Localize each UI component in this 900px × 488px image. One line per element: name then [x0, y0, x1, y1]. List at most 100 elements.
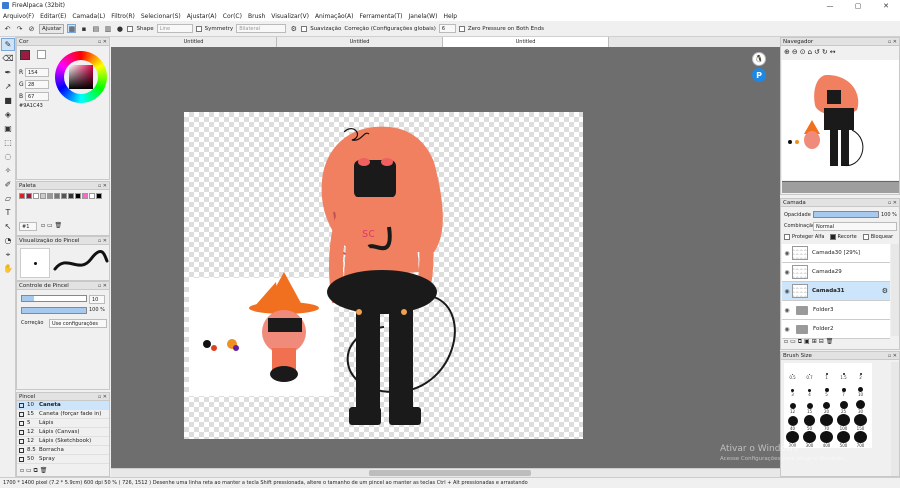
brush-size-cell[interactable]: 7: [835, 380, 852, 397]
layer-buttons-icon[interactable]: ▫▭⧉▣⊞⊟🗑: [784, 338, 835, 346]
brush-size-cell[interactable]: 0.7: [801, 363, 818, 380]
palette-swatch[interactable]: [89, 193, 95, 199]
brush-size-cell[interactable]: 700: [852, 431, 869, 448]
secondary-color-swatch[interactable]: [37, 50, 46, 59]
blend-select[interactable]: Normal: [813, 222, 897, 231]
operation-icon[interactable]: ↖: [1, 220, 15, 233]
smooth-checkbox[interactable]: [301, 25, 308, 32]
brush-size-cell[interactable]: 10: [852, 380, 869, 397]
minimize-button[interactable]: —: [816, 0, 844, 11]
menu-item[interactable]: Editar(E): [40, 13, 66, 20]
fill-icon[interactable]: ▥: [103, 24, 112, 33]
lasso-icon[interactable]: ◌: [1, 150, 15, 163]
palette-swatch[interactable]: [54, 193, 60, 199]
brush-size-cell[interactable]: 15: [801, 397, 818, 414]
layer-row[interactable]: ◉ Camada31 ⚙: [782, 282, 890, 301]
brush-size-cell[interactable]: 50: [801, 414, 818, 431]
select-icon[interactable]: ⬚: [1, 136, 15, 149]
lock-checkbox[interactable]: [862, 234, 869, 240]
text-icon[interactable]: T: [1, 206, 15, 219]
brush-size-cell[interactable]: 1: [818, 363, 835, 380]
eye-icon[interactable]: ◉: [782, 326, 792, 333]
palette-buttons-icon[interactable]: ▫ ▭ 🗑: [41, 222, 62, 229]
magic-wand-icon[interactable]: ✧: [1, 164, 15, 177]
menu-item[interactable]: Cor(C): [223, 13, 242, 20]
shape-checkbox[interactable]: [127, 25, 134, 32]
layer-row[interactable]: ◉ Camada30 [29%]: [782, 244, 890, 263]
menu-item[interactable]: Animação(A): [315, 13, 354, 20]
palette-swatch[interactable]: [75, 193, 81, 199]
brush-list-item[interactable]: 12 Lápis (Canvas): [17, 428, 109, 437]
shape-select[interactable]: Line: [156, 24, 193, 33]
palette-swatch[interactable]: [47, 193, 53, 199]
palette-selector[interactable]: #1: [19, 222, 37, 231]
brush-size-cell[interactable]: 20: [818, 397, 835, 414]
pattern-icon[interactable]: ▤: [91, 24, 100, 33]
horizontal-scrollbar[interactable]: [111, 468, 780, 477]
menu-item[interactable]: Ferramenta(T): [359, 13, 402, 20]
brush-size-cell[interactable]: 5: [818, 380, 835, 397]
brush-size-cell[interactable]: 100: [835, 414, 852, 431]
gradient-icon[interactable]: ▣: [1, 122, 15, 135]
brush-size-cell[interactable]: 400: [818, 431, 835, 448]
navigator-zoom-bar[interactable]: [782, 181, 899, 193]
correction-select[interactable]: 6: [438, 24, 456, 33]
pen-tool-icon[interactable]: ✎: [1, 38, 15, 51]
brush-list-item[interactable]: 8.5 Borracha: [17, 446, 109, 455]
menu-item[interactable]: Ajustar(A): [187, 13, 217, 20]
hand-icon[interactable]: ✋: [1, 262, 15, 275]
penguin-icon[interactable]: 🐧: [752, 52, 766, 66]
brush-list-item[interactable]: 15 Caneta (forçar fade in): [17, 410, 109, 419]
eye-icon[interactable]: ◉: [782, 269, 792, 276]
palette-swatch[interactable]: [82, 193, 88, 199]
palette-swatch[interactable]: [61, 193, 67, 199]
brush-size-cell[interactable]: 150: [852, 414, 869, 431]
menu-item[interactable]: Camada(L): [72, 13, 105, 20]
panel-controls-icon[interactable]: ▫ ✕: [888, 39, 897, 45]
symmetry-checkbox[interactable]: [195, 25, 202, 32]
pixiv-icon[interactable]: P: [752, 68, 766, 82]
brush-size-cell[interactable]: 1.5: [835, 363, 852, 380]
move-icon[interactable]: ↗: [1, 80, 15, 93]
brush-size-cell[interactable]: 500: [835, 431, 852, 448]
panel-controls-icon[interactable]: ▫ ✕: [98, 39, 107, 45]
brush-size-cell[interactable]: 3: [784, 380, 801, 397]
menu-item[interactable]: Visualizar(V): [271, 13, 309, 20]
brush-size-cell[interactable]: 70: [818, 414, 835, 431]
panel-controls-icon[interactable]: ▫ ✕: [98, 283, 107, 289]
symmetry-select[interactable]: Bilateral: [236, 24, 287, 33]
panel-controls-icon[interactable]: ▫ ✕: [98, 394, 107, 400]
brush-size-cell[interactable]: 0.5: [784, 363, 801, 380]
brush-size-cell[interactable]: 300: [801, 431, 818, 448]
panel-controls-icon[interactable]: ▫ ✕: [98, 183, 107, 189]
navigator-preview[interactable]: [782, 60, 899, 180]
palette-swatch[interactable]: [40, 193, 46, 199]
b-input[interactable]: 67: [25, 92, 49, 101]
fill-rect-icon[interactable]: ■: [1, 94, 15, 107]
adjust-button[interactable]: Ajustar: [39, 23, 65, 34]
menu-item[interactable]: Help: [443, 13, 457, 20]
redo-icon[interactable]: ↷: [15, 24, 24, 33]
menu-item[interactable]: Selecionar(S): [141, 13, 181, 20]
symmetry-settings-icon[interactable]: ⚙: [289, 24, 298, 33]
eye-icon[interactable]: ◉: [782, 307, 792, 314]
menu-item[interactable]: Arquivo(F): [3, 13, 34, 20]
brush-list-item[interactable]: 50 Spray: [17, 455, 109, 464]
brush-size-input[interactable]: 10: [89, 295, 105, 304]
eyedropper-icon[interactable]: ⌖: [1, 248, 15, 261]
canvas-paper[interactable]: sc: [184, 112, 583, 439]
tab-untitled[interactable]: Untitled: [111, 37, 277, 47]
select-pen-icon[interactable]: ✐: [1, 178, 15, 191]
palette-swatch[interactable]: [26, 193, 32, 199]
scroll-thumb[interactable]: [369, 470, 531, 476]
layer-row[interactable]: ◉ Camada29: [782, 263, 890, 282]
color-wheel[interactable]: [55, 51, 107, 103]
menu-item[interactable]: Janela(W): [409, 13, 438, 20]
palette-swatch[interactable]: [19, 193, 25, 199]
circle-icon[interactable]: ●: [115, 24, 124, 33]
brush-size-scrollbar[interactable]: [891, 362, 899, 476]
menu-item[interactable]: Brush: [248, 13, 265, 20]
palette-swatch[interactable]: [33, 193, 39, 199]
brush-opacity-slider[interactable]: [21, 307, 87, 314]
primary-color-swatch[interactable]: [20, 50, 30, 60]
